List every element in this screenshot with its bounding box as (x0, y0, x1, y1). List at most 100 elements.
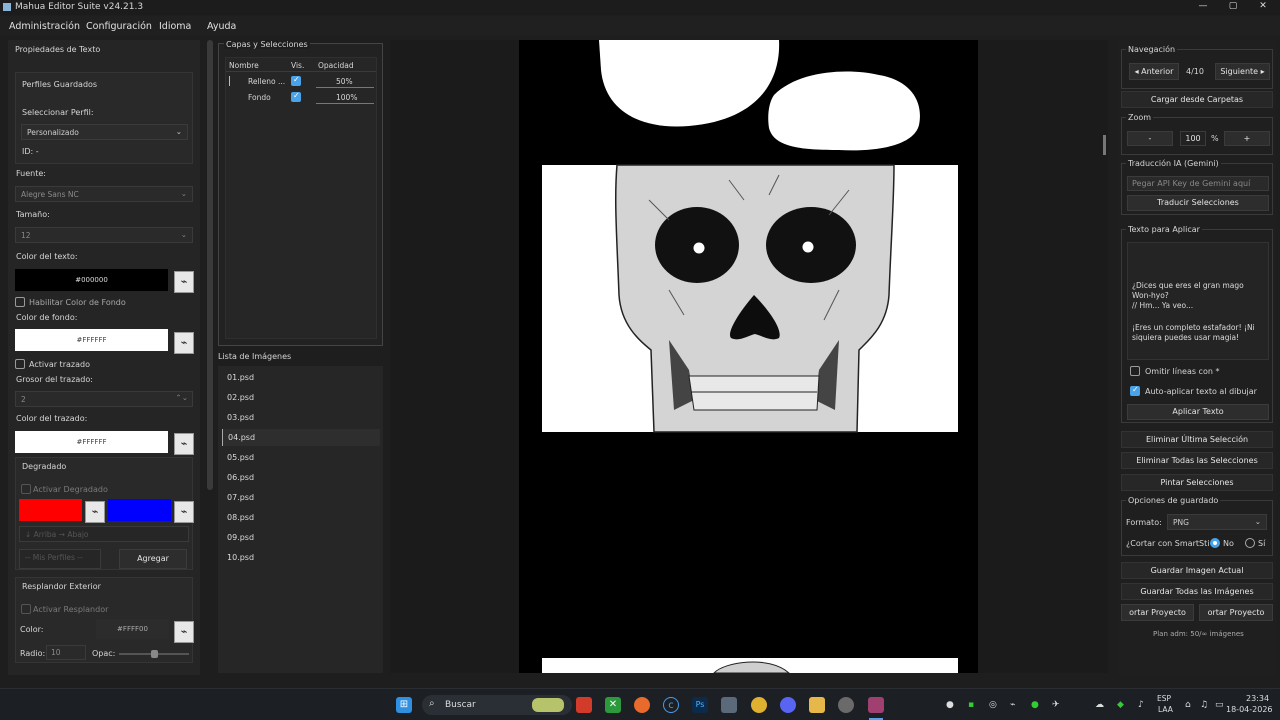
tray-icon[interactable]: ☁ (1095, 700, 1104, 710)
opacity-slider-handle[interactable] (151, 650, 158, 658)
glow-enable-checkbox[interactable] (21, 604, 31, 614)
app-icon-grid[interactable] (721, 697, 737, 713)
canvas-scrollbar[interactable] (1103, 135, 1106, 155)
app-icon-red[interactable] (576, 697, 592, 713)
omit-lines-checkbox[interactable] (1130, 366, 1140, 376)
clock-time[interactable]: 23:34 (1246, 694, 1269, 703)
export-project-button[interactable]: ortar Proyecto (JSC (1121, 604, 1194, 621)
minimize-button[interactable]: — (1196, 1, 1210, 13)
stroke-width-spinner[interactable]: 2 ⌃⌄ (15, 391, 193, 407)
eyedropper-icon[interactable]: ⌁ (174, 271, 194, 293)
list-item-selected[interactable]: 04.psd (222, 429, 380, 446)
next-button[interactable]: Siguiente ▸ (1215, 63, 1270, 80)
auto-apply-checkbox[interactable] (1130, 385, 1140, 396)
table-row[interactable]: Fondo 100% (226, 90, 376, 105)
save-current-image-button[interactable]: Guardar Imagen Actual (1121, 562, 1273, 579)
save-all-images-button[interactable]: Guardar Todas las Imágenes (1121, 583, 1273, 600)
format-select[interactable]: PNG ⌄ (1167, 514, 1267, 530)
folder-icon[interactable] (809, 697, 825, 713)
manga-page-canvas[interactable] (519, 40, 978, 673)
list-item[interactable]: 10.psd (222, 549, 380, 566)
eyedropper-icon[interactable]: ⌁ (174, 621, 194, 643)
network-icon[interactable]: ⌂ (1185, 700, 1191, 710)
my-profiles-select[interactable]: -- Mis Perfiles -- (19, 549, 101, 569)
language-variant[interactable]: LAA (1158, 705, 1173, 714)
maximize-button[interactable]: ▢ (1226, 1, 1240, 13)
font-select[interactable]: Alegre Sans NC ⌄ (15, 186, 193, 202)
list-item[interactable]: 01.psd (222, 369, 380, 386)
radius-spinner[interactable]: 10 (46, 645, 86, 660)
stroke-color-swatch[interactable]: #FFFFFF (15, 431, 168, 453)
previous-button[interactable]: ◂ Anterior (1129, 63, 1179, 80)
glow-color-swatch[interactable]: #FFFF00 (96, 619, 169, 639)
list-item[interactable]: 08.psd (222, 509, 380, 526)
zoom-out-button[interactable]: - (1127, 131, 1173, 146)
tray-icon[interactable]: ▪ (968, 700, 974, 710)
app-icon-circle[interactable] (838, 697, 854, 713)
gradient-end-color[interactable] (108, 499, 171, 521)
text-apply-textarea[interactable]: ¿Dices que eres el gran mago Won-hyo? //… (1127, 242, 1269, 360)
list-item[interactable]: 05.psd (222, 449, 380, 466)
layer-visibility-checkbox[interactable] (291, 75, 301, 86)
eyedropper-icon[interactable]: ⌁ (174, 332, 194, 354)
eyedropper-icon[interactable]: ⌁ (85, 501, 105, 523)
tray-icon[interactable]: ● (1031, 700, 1039, 710)
translate-button[interactable]: Traducir Selecciones (1127, 195, 1269, 211)
battery-icon[interactable]: ▭ (1215, 700, 1224, 710)
menu-ayuda[interactable]: Ayuda (207, 21, 236, 32)
xbox-icon[interactable]: ✕ (605, 697, 621, 713)
taskbar-search[interactable]: ⌕ Buscar (422, 695, 572, 715)
zoom-in-button[interactable]: + (1224, 131, 1270, 146)
list-item[interactable]: 07.psd (222, 489, 380, 506)
left-panel-scrollbar[interactable] (207, 40, 213, 490)
opacity-slider[interactable] (119, 650, 189, 658)
api-key-input[interactable]: Pegar API Key de Gemini aquí (1127, 176, 1269, 191)
apply-text-button[interactable]: Aplicar Texto (1127, 404, 1269, 420)
gradient-start-color[interactable] (19, 499, 82, 521)
tray-icon[interactable]: ◆ (1117, 700, 1124, 710)
bg-color-swatch[interactable]: #FFFFFF (15, 329, 168, 351)
menu-idioma[interactable]: Idioma (159, 21, 191, 32)
table-row[interactable]: Relleno ... 50% (226, 74, 376, 89)
zoom-input[interactable]: 100 (1180, 131, 1206, 146)
tray-icon[interactable]: ✈ (1052, 700, 1060, 710)
load-folder-button[interactable]: Cargar desde Carpetas (1121, 91, 1273, 108)
photoshop-icon[interactable]: Ps (692, 697, 708, 713)
text-color-swatch[interactable]: #000000 (15, 269, 168, 291)
clock-date[interactable]: 18-04-2026 (1226, 705, 1273, 714)
tray-icon[interactable]: ◎ (989, 700, 997, 710)
gradient-enable-checkbox[interactable] (21, 484, 31, 494)
microphone-icon[interactable]: ♪ (1138, 700, 1144, 710)
volume-icon[interactable]: ♫ (1200, 700, 1208, 710)
layer-visibility-checkbox[interactable] (291, 91, 301, 102)
profile-select[interactable]: Personalizado ⌄ (21, 124, 188, 140)
stroke-enable-checkbox[interactable] (15, 359, 25, 369)
size-select[interactable]: 12 ⌄ (15, 227, 193, 243)
discord-icon[interactable] (780, 697, 796, 713)
import-project-button[interactable]: ortar Proyecto (JSC (1199, 604, 1273, 621)
delete-last-selection-button[interactable]: Eliminar Última Selección (1121, 431, 1273, 448)
tray-icon[interactable]: ⌁ (1010, 700, 1015, 710)
windows-start-icon[interactable]: ⊞ (396, 697, 412, 713)
firefox-icon[interactable] (634, 697, 650, 713)
radio-no[interactable] (1210, 538, 1220, 548)
list-item[interactable]: 06.psd (222, 469, 380, 486)
layer-opacity[interactable]: 100% (336, 93, 357, 102)
active-app-icon[interactable] (868, 697, 884, 713)
menu-administracion[interactable]: Administración (9, 21, 80, 32)
close-button[interactable]: ✕ (1256, 1, 1270, 13)
tray-icon[interactable]: ● (946, 700, 954, 710)
eyedropper-icon[interactable]: ⌁ (174, 433, 194, 455)
paint-selections-button[interactable]: Pintar Selecciones (1121, 474, 1273, 491)
delete-all-selections-button[interactable]: Eliminar Todas las Selecciones (1121, 452, 1273, 469)
add-button[interactable]: Agregar (119, 549, 187, 569)
layer-opacity[interactable]: 50% (336, 77, 353, 86)
eyedropper-icon[interactable]: ⌁ (174, 501, 194, 523)
radio-yes[interactable] (1245, 538, 1255, 548)
enable-bg-checkbox[interactable] (15, 297, 25, 307)
stepper-arrows-icon[interactable]: ⌃⌄ (175, 393, 188, 402)
menu-configuracion[interactable]: Configuración (86, 21, 152, 32)
language-indicator[interactable]: ESP (1157, 694, 1171, 703)
chrome-icon[interactable] (751, 697, 767, 713)
list-item[interactable]: 02.psd (222, 389, 380, 406)
